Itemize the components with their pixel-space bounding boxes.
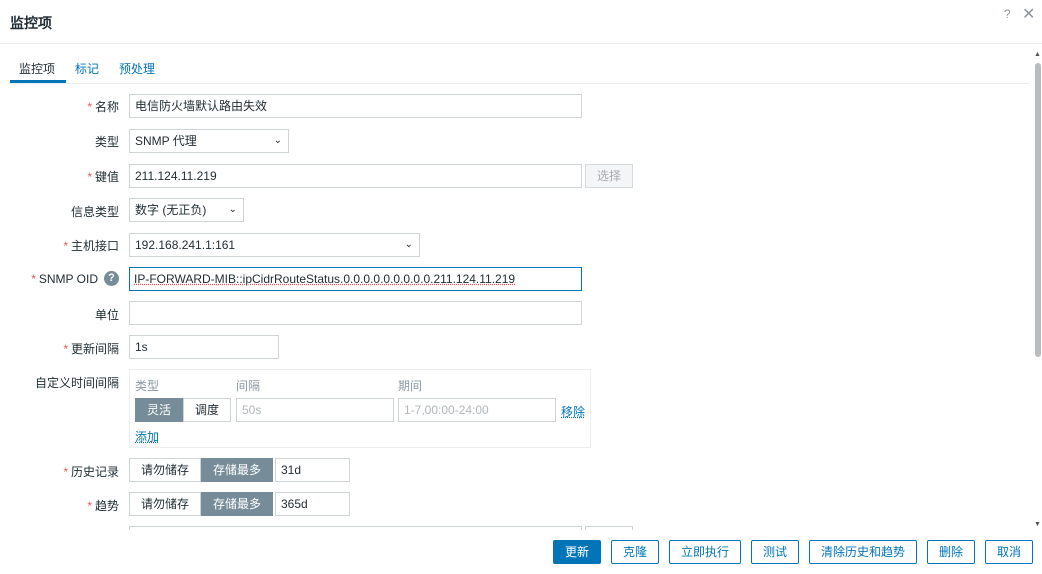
dialog-footer: 更新 克隆 立即执行 测试 清除历史和趋势 删除 取消 (0, 530, 1042, 574)
required-marker: * (87, 100, 92, 114)
units-input[interactable] (129, 301, 582, 325)
snmp-oid-input[interactable]: IP-FORWARD-MIB::ipCidrRouteStatus.0.0.0.… (129, 267, 582, 291)
scrollbar-thumb[interactable] (1035, 63, 1041, 357)
execute-now-button[interactable]: 立即执行 (669, 540, 741, 564)
help-icon[interactable]: ? (1004, 7, 1011, 21)
test-button[interactable]: 测试 (751, 540, 799, 564)
active-tab-indicator (10, 80, 66, 83)
trends-store-toggle[interactable]: 存储最多 (201, 492, 273, 516)
interface-select[interactable]: 192.168.241.1:161 ⌄ (129, 233, 420, 257)
update-button[interactable]: 更新 (553, 540, 601, 564)
units-label: 单位 (94, 308, 119, 322)
add-link[interactable]: 添加 (135, 428, 159, 445)
delete-button[interactable]: 删除 (927, 540, 975, 564)
remove-link[interactable]: 移除 (561, 403, 585, 420)
key-input[interactable]: 211.124.11.219 (129, 164, 582, 188)
update-interval-label: * 更新间隔 (63, 342, 119, 356)
name-label: * 名称 (87, 100, 119, 114)
snmp-oid-label: * SNMP OID (31, 272, 98, 286)
value-type-select[interactable]: 数字 (无正负) ⌄ (129, 198, 244, 222)
key-label: * 键值 (87, 170, 119, 184)
history-no-store-toggle[interactable]: 请勿储存 (129, 458, 201, 482)
custom-intervals-label: 自定义时间间隔 (34, 376, 119, 390)
custom-intervals-table: 类型 间隔 期间 灵活 调度 50s 1-7,00:00-24:00 移除 添加 (129, 369, 591, 448)
scroll-down-icon[interactable]: ▼ (1034, 521, 1041, 528)
col-period-header: 期间 (398, 379, 423, 393)
interval-input[interactable]: 50s (236, 398, 394, 422)
trends-no-store-toggle[interactable]: 请勿储存 (129, 492, 201, 516)
key-select-button[interactable]: 选择 (585, 164, 633, 188)
required-marker: * (63, 342, 68, 356)
trends-input[interactable]: 365d (275, 492, 350, 516)
required-marker: * (87, 499, 92, 513)
required-marker: * (63, 239, 68, 253)
interface-label: * 主机接口 (63, 239, 119, 253)
trends-label: * 趋势 (87, 499, 119, 513)
help-icon[interactable]: ? (104, 271, 119, 286)
required-marker: * (63, 465, 68, 479)
flexible-toggle[interactable]: 灵活 (135, 398, 183, 422)
history-store-toggle[interactable]: 存储最多 (201, 458, 273, 482)
required-marker: * (87, 170, 92, 184)
type-select[interactable]: SNMP 代理 ⌄ (129, 129, 289, 153)
scheduling-toggle[interactable]: 调度 (183, 398, 231, 422)
value-type-label: 信息类型 (70, 205, 119, 219)
name-input[interactable]: 电信防火墙默认路由失效 (129, 94, 582, 118)
history-label: * 历史记录 (63, 465, 119, 479)
col-type-header: 类型 (135, 379, 160, 393)
tab-bar: 监控项 标记 预处理 (10, 58, 1030, 84)
history-input[interactable]: 31d (275, 458, 350, 482)
chevron-down-icon: ⌄ (273, 135, 282, 146)
scroll-up-icon[interactable]: ▲ (1034, 51, 1041, 58)
col-interval-header: 间隔 (236, 379, 261, 393)
type-label: 类型 (94, 135, 119, 149)
chevron-down-icon: ⌄ (404, 239, 413, 250)
period-input[interactable]: 1-7,00:00-24:00 (398, 398, 556, 422)
tab-tags[interactable]: 标记 (75, 60, 99, 77)
cancel-button[interactable]: 取消 (985, 540, 1033, 564)
chevron-down-icon: ⌄ (228, 204, 237, 215)
dialog-title: 监控项 (10, 15, 52, 31)
tab-preprocessing[interactable]: 预处理 (119, 60, 155, 77)
clone-button[interactable]: 克隆 (611, 540, 659, 564)
tab-item[interactable]: 监控项 (19, 60, 55, 77)
update-interval-input[interactable]: 1s (129, 335, 279, 359)
required-marker: * (31, 272, 36, 286)
close-icon[interactable]: ✕ (1022, 4, 1035, 24)
clear-history-button[interactable]: 清除历史和趋势 (809, 540, 917, 564)
dialog-header: 监控项 ? ✕ (0, 0, 1042, 44)
